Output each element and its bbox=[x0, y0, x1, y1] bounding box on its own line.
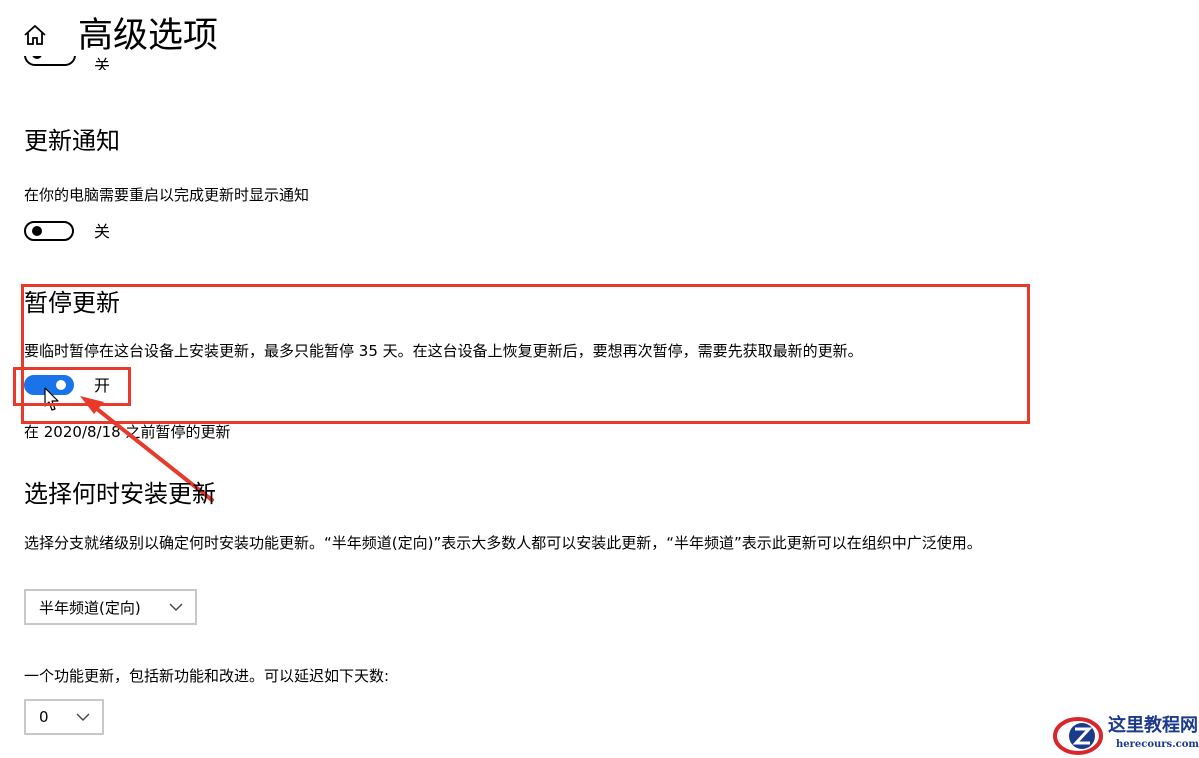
update-notifications-title: 更新通知 bbox=[24, 127, 120, 155]
chevron-down-icon bbox=[76, 713, 90, 721]
feature-update-defer-label: 一个功能更新，包括新功能和改进。可以延迟如下天数: bbox=[24, 667, 390, 685]
watermark-url: herecours.com bbox=[1116, 739, 1199, 750]
highlight-box-pause-section bbox=[21, 284, 1030, 424]
update-notifications-description: 在你的电脑需要重启以完成更新时显示通知 bbox=[24, 186, 310, 204]
defer-days-select[interactable]: 0 bbox=[24, 699, 104, 735]
defer-days-select-value: 0 bbox=[39, 708, 49, 726]
scrolled-toggle-label: 关 bbox=[94, 56, 111, 70]
page-title: 高级选项 bbox=[78, 16, 219, 56]
watermark-logo bbox=[1053, 717, 1103, 755]
highlight-box-pause-toggle bbox=[13, 367, 131, 406]
watermark-name: 这里教程网 bbox=[1108, 715, 1198, 736]
update-notifications-toggle[interactable] bbox=[24, 221, 74, 241]
branch-readiness-select[interactable]: 半年频道(定向) bbox=[24, 589, 197, 625]
branch-readiness-select-value: 半年频道(定向) bbox=[39, 598, 141, 617]
chevron-down-icon bbox=[169, 603, 183, 611]
update-notifications-toggle-label: 关 bbox=[94, 222, 111, 241]
choose-when-title: 选择何时安装更新 bbox=[24, 480, 216, 508]
home-icon[interactable] bbox=[22, 22, 48, 48]
scrolled-toggle[interactable] bbox=[24, 56, 78, 78]
choose-when-description: 选择分支就绪级别以确定何时安装功能更新。“半年频道(定向)”表示大多数人都可以安… bbox=[24, 534, 982, 552]
paused-until-text: 在 2020/8/18 之前暂停的更新 bbox=[24, 423, 231, 441]
